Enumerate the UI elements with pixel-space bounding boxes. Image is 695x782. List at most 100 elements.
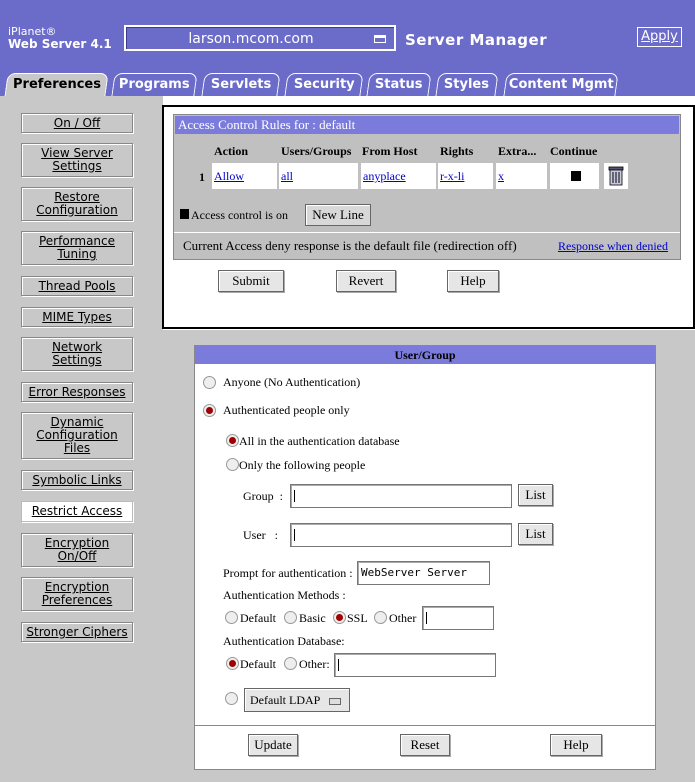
dropdown-icon [329,698,341,705]
sidebar-item-performance-tuning[interactable]: Performance Tuning [21,231,133,265]
action-link[interactable]: Allow [214,169,244,183]
revert-button[interactable]: Revert [336,270,396,292]
cell-users[interactable]: all [279,163,358,189]
prompt-input[interactable]: WebServer Server [357,561,490,585]
user-label: User : [243,528,278,542]
help-button-bottom[interactable]: Help [550,734,602,756]
method-other-input[interactable] [422,606,494,630]
row-number: 1 [199,170,205,184]
method-other-label: Other [389,611,417,625]
sidebar-item-encryption-preferences[interactable]: Encryption Preferences [21,577,133,611]
tab-styles[interactable]: Styles [435,73,499,96]
sidebar-item-mime-types[interactable]: MIME Types [21,307,133,327]
sidebar-item-on-off[interactable]: On / Off [21,113,133,133]
db-default-label: Default [240,657,276,671]
col-users-groups: Users/Groups [281,144,352,158]
cell-extra[interactable]: x [496,163,547,189]
sidebar-item-encryption-on-off[interactable]: Encryption On/Off [21,533,133,567]
col-from-host: From Host [362,144,418,158]
col-rights: Rights [440,144,474,158]
all-in-database-label: All in the authentication database [239,434,400,448]
access-control-label: Access control is on [191,208,288,222]
method-other-radio[interactable] [374,611,387,624]
sidebar-item-restore-configuration[interactable]: Restore Configuration [21,187,133,221]
col-action: Action [214,144,248,158]
host-link[interactable]: anyplace [363,169,406,183]
reset-button[interactable]: Reset [400,734,450,756]
group-list-button[interactable]: List [518,484,553,506]
db-other-radio[interactable] [284,657,297,670]
deny-response-text: Current Access deny response is the defa… [183,238,517,253]
divider [174,232,680,233]
tab-servlets[interactable]: Servlets [201,73,281,96]
sidebar-item-network-settings[interactable]: Network Settings [21,337,133,371]
extra-link[interactable]: x [498,169,504,183]
continue-checkbox[interactable] [571,171,581,181]
method-ssl-label: SSL [347,611,368,625]
sidebar-item-dynamic-configuration-files[interactable]: Dynamic Configuration Files [21,412,133,459]
ldap-radio[interactable] [225,692,238,705]
update-button[interactable]: Update [248,734,298,756]
db-default-radio[interactable] [226,657,239,670]
tab-content-mgmt[interactable]: Content Mgmt [503,73,619,96]
tab-status[interactable]: Status [366,73,432,96]
col-continue: Continue [550,144,598,158]
auth-methods-label: Authentication Methods : [223,588,346,602]
usergroup-title: User/Group [195,346,655,364]
anyone-radio[interactable] [203,376,216,389]
only-following-radio[interactable] [226,458,239,471]
db-other-label: Other: [299,657,330,671]
group-label: Group : [243,489,283,503]
server-select[interactable]: larson.mcom.com [124,25,396,51]
submit-button[interactable]: Submit [218,270,284,292]
sidebar-item-symbolic-links[interactable]: Symbolic Links [21,470,133,490]
new-line-button[interactable]: New Line [305,204,371,226]
dropdown-icon [374,35,386,43]
authenticated-radio[interactable] [203,404,216,417]
only-following-label: Only the following people [239,458,366,472]
method-basic-radio[interactable] [284,611,297,624]
response-when-denied-link[interactable]: Response when denied [558,239,668,254]
ldap-select-value: Default LDAP [250,693,321,707]
cell-action[interactable]: Allow [212,163,277,189]
sidebar-item-stronger-ciphers[interactable]: Stronger Ciphers [21,622,133,642]
sidebar-item-view-server-settings[interactable]: View Server Settings [21,143,133,177]
anyone-label: Anyone (No Authentication) [223,375,361,389]
prompt-value: WebServer Server [361,566,467,579]
trash-icon [608,166,624,186]
ldap-select[interactable]: Default LDAP [244,688,350,712]
tab-programs[interactable]: Programs [111,73,198,96]
cell-host[interactable]: anyplace [361,163,436,189]
sidebar-item-thread-pools[interactable]: Thread Pools [21,276,133,296]
user-list-button[interactable]: List [518,523,553,545]
auth-db-label: Authentication Database: [223,634,345,648]
group-input[interactable] [290,484,512,508]
all-in-database-radio[interactable] [226,434,239,447]
col-extra: Extra... [498,144,537,158]
brand-product: Web Server 4.1 [8,37,112,51]
db-other-input[interactable] [334,653,496,677]
sidebar-item-restrict-access[interactable]: Restrict Access [21,501,133,522]
prompt-label: Prompt for authentication : [223,566,353,580]
divider [195,725,655,726]
authenticated-label: Authenticated people only [223,403,350,417]
method-basic-label: Basic [299,611,326,625]
page-title: Server Manager [405,31,548,49]
users-link[interactable]: all [281,169,293,183]
acl-title: Access Control Rules for : default [175,116,679,134]
cell-rights[interactable]: r-x-li [438,163,493,189]
method-ssl-radio[interactable] [333,611,346,624]
help-button-top[interactable]: Help [447,270,499,292]
tab-preferences[interactable]: Preferences [4,73,109,97]
server-select-value: larson.mcom.com [188,31,314,47]
method-default-label: Default [240,611,276,625]
cell-continue[interactable] [550,163,599,189]
apply-button[interactable]: Apply [637,27,682,47]
sidebar-item-error-responses[interactable]: Error Responses [21,382,133,402]
user-input[interactable] [290,523,512,547]
rights-link[interactable]: r-x-li [440,169,464,183]
delete-button[interactable] [604,163,628,189]
tab-security[interactable]: Security [284,73,364,96]
method-default-radio[interactable] [225,611,238,624]
access-control-checkbox[interactable] [180,209,189,219]
